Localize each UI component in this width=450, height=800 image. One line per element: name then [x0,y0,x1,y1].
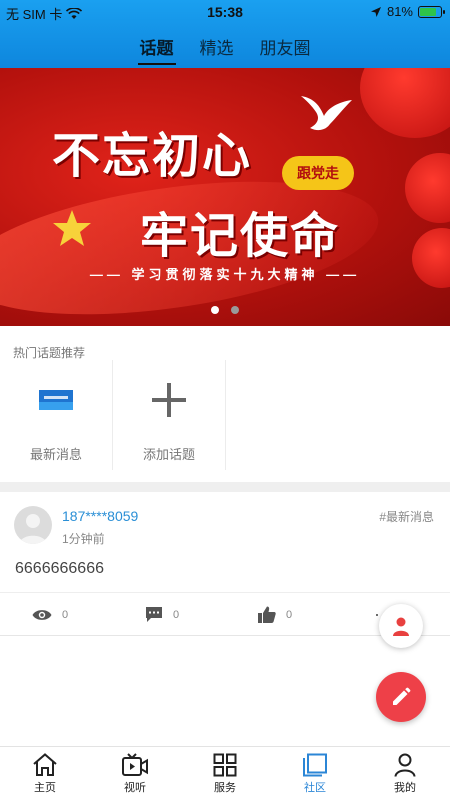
pencil-icon [393,687,411,705]
lantern-decoration [360,68,450,138]
app-screen: 无 SIM 卡 15:38 81% 话题 精选 朋友圈 不忘初心 跟党走 牢记使… [0,0,450,800]
header-bar: 无 SIM 卡 15:38 81% 话题 精选 朋友圈 [0,0,450,68]
banner-title-line1: 不忘初心 [52,128,253,184]
post-timestamp: 1分钟前 [62,532,105,546]
compose-fab-button[interactable] [376,672,426,722]
hot-topics-section: 热门话题推荐 最新消息 添加话题 [0,326,450,482]
post-topic-tag[interactable]: #最新消息 [379,508,434,525]
topic-label: 最新消息 [29,447,82,462]
video-icon [122,752,148,776]
banner-carousel[interactable]: 不忘初心 跟党走 牢记使命 —— 学习贯彻落实十九大精神 —— [0,68,450,326]
likes-action[interactable]: 0 [258,606,292,623]
views-action[interactable]: 0 [32,608,68,622]
star-icon [53,210,91,246]
nav-home[interactable]: 主页 [0,747,90,800]
carousel-dots [0,306,450,314]
profile-fab-button[interactable] [379,604,423,648]
nav-profile[interactable]: 我的 [360,747,450,800]
plus-icon [152,360,186,440]
banner-slogan: —— 学习贯彻落实十九大精神 —— [89,267,361,282]
hot-topics-heading: 热门话题推荐 [13,346,86,360]
bottom-nav: 主页 视听 服务 社区 我的 [0,746,450,800]
status-right: 81% [370,4,445,19]
avatar[interactable] [14,506,52,544]
status-bar: 无 SIM 卡 15:38 81% [0,0,450,24]
dove-icon [301,96,352,131]
news-thumbnail-icon [39,360,73,440]
nav-community[interactable]: 社区 [270,747,360,800]
tab-featured[interactable]: 精选 [198,32,236,65]
lantern-decoration [405,153,450,223]
views-count: 0 [62,608,69,621]
nav-label: 主页 [34,781,56,794]
tab-topics[interactable]: 话题 [137,32,176,65]
location-arrow-icon [370,6,381,17]
nav-video[interactable]: 视听 [90,747,180,800]
home-icon [33,752,57,776]
battery-icon [418,5,445,18]
comments-count: 0 [173,608,180,621]
nav-services[interactable]: 服务 [180,747,270,800]
nav-label: 社区 [304,781,326,794]
likes-count: 0 [286,608,293,621]
nav-label: 我的 [394,781,416,794]
post-content: 6666666666 [15,560,104,577]
person-icon [393,617,409,636]
divider [225,360,226,470]
comments-action[interactable]: 0 [145,606,179,623]
comment-icon [146,607,162,622]
thumbs-up-icon [258,606,276,623]
nav-label: 服务 [214,781,236,794]
grid-icon [213,753,237,776]
post-username[interactable]: 187****8059 [62,508,138,524]
community-icon [303,753,327,776]
topic-label: 添加话题 [142,447,195,462]
eye-icon [32,609,52,620]
section-gap [0,482,450,492]
tab-moments[interactable]: 朋友圈 [258,32,313,65]
person-icon [394,753,416,777]
banner-badge: 跟党走 [282,156,354,190]
topic-latest-news[interactable]: 最新消息 [0,360,112,496]
carousel-dot[interactable] [231,306,239,314]
banner-title-line2: 牢记使命 [140,208,341,264]
nav-label: 视听 [124,781,146,794]
battery-percent: 81% [386,4,413,19]
topic-add[interactable]: 添加话题 [113,360,225,496]
top-tabs: 话题 精选 朋友圈 [0,32,450,65]
carousel-dot[interactable] [211,306,219,314]
